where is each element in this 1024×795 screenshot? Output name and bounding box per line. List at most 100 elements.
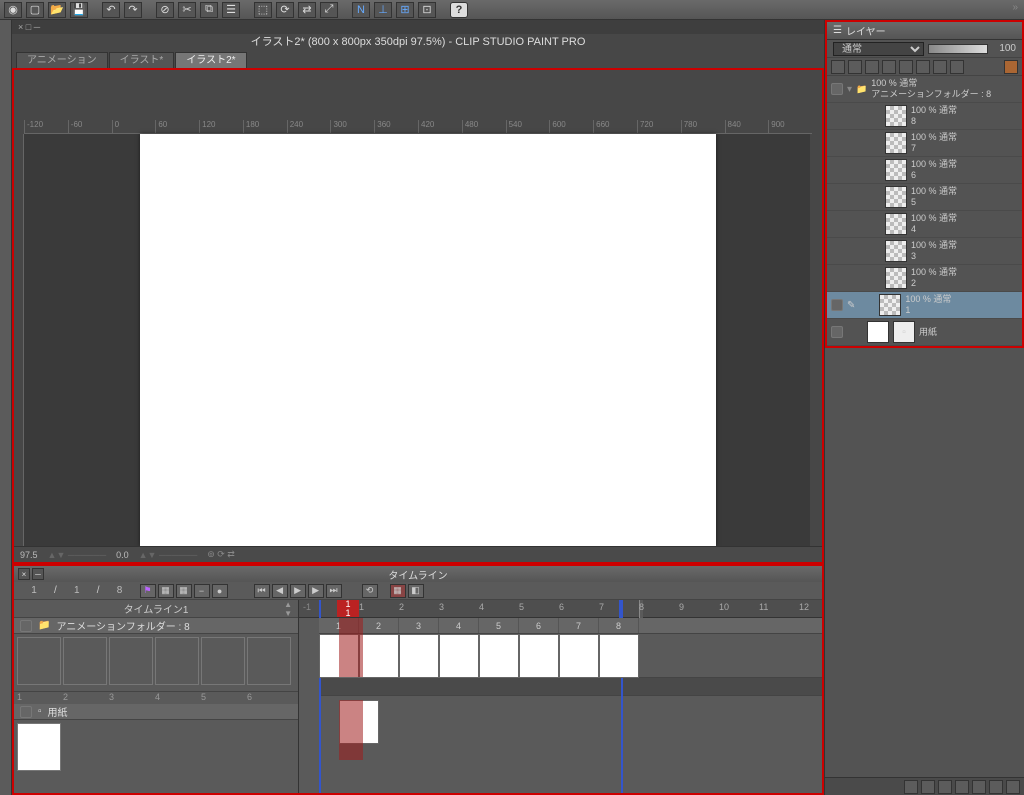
- timeline-ruler[interactable]: -1 11 12345678910111213: [299, 600, 822, 618]
- cut-icon[interactable]: ✂: [178, 2, 196, 18]
- transform-icon[interactable]: ⬚: [254, 2, 272, 18]
- close-icon[interactable]: ×: [18, 568, 30, 580]
- canvas-viewport[interactable]: -120-60060120180240300360420480540600660…: [12, 68, 824, 564]
- timeline-cell[interactable]: [599, 634, 639, 678]
- help-icon[interactable]: ?: [450, 2, 468, 18]
- clip-icon[interactable]: [865, 60, 879, 74]
- tl-flag-icon[interactable]: ⚑: [140, 584, 156, 598]
- spinner-icon[interactable]: ▲▼: [284, 600, 292, 618]
- layer-row[interactable]: 100 % 通常2: [827, 265, 1022, 292]
- min-icon[interactable]: ─: [32, 568, 44, 580]
- undo-icon[interactable]: ↶: [102, 2, 120, 18]
- new-folder-icon[interactable]: [921, 780, 935, 794]
- eye-icon[interactable]: [20, 620, 32, 632]
- document-tab[interactable]: イラスト*: [109, 52, 175, 68]
- track-thumb[interactable]: [201, 637, 245, 685]
- open-icon[interactable]: 📂: [48, 2, 66, 18]
- tl-first-icon[interactable]: ⏮: [254, 584, 270, 598]
- mask-icon[interactable]: [916, 60, 930, 74]
- layer-row[interactable]: ✎100 % 通常1: [827, 292, 1022, 319]
- layer-paper-row[interactable]: ▫ 用紙: [827, 319, 1022, 346]
- lock-icon[interactable]: [831, 60, 845, 74]
- paste-icon[interactable]: ☰: [222, 2, 240, 18]
- timeline-cell[interactable]: [519, 634, 559, 678]
- app-icon[interactable]: ◉: [4, 2, 22, 18]
- ref-icon[interactable]: [882, 60, 896, 74]
- tl-onion-icon[interactable]: ▦: [158, 584, 174, 598]
- blend-mode-select[interactable]: 通常: [833, 42, 924, 56]
- track-thumb[interactable]: [109, 637, 153, 685]
- save-icon[interactable]: 💾: [70, 2, 88, 18]
- paper-cell[interactable]: [339, 700, 379, 744]
- ruler-n-icon[interactable]: N: [352, 2, 370, 18]
- tl-prev-icon[interactable]: ◀: [272, 584, 288, 598]
- ruler-icon[interactable]: [933, 60, 947, 74]
- lock-alpha-icon[interactable]: [848, 60, 862, 74]
- paper-thumb[interactable]: [17, 723, 61, 771]
- timeline-name[interactable]: タイムライン1 ▲▼: [14, 600, 298, 618]
- tl-zoom-slider[interactable]: ●: [212, 584, 228, 598]
- tl-end-frame[interactable]: 8: [106, 585, 134, 596]
- snap-icon[interactable]: ⊥: [374, 2, 392, 18]
- track-anim-folder[interactable]: 📁 アニメーションフォルダー : 8: [14, 618, 298, 634]
- new-layer-icon[interactable]: [904, 780, 918, 794]
- tl-zoom-out-icon[interactable]: −: [194, 584, 210, 598]
- track-thumb[interactable]: [17, 637, 61, 685]
- chevron-down-icon[interactable]: ▾: [847, 84, 852, 95]
- new-icon[interactable]: ▢: [26, 2, 44, 18]
- document-tab[interactable]: イラスト2*: [175, 52, 246, 68]
- layer-row[interactable]: 100 % 通常6: [827, 157, 1022, 184]
- timeline-cell[interactable]: [319, 634, 359, 678]
- track-paper[interactable]: ▫ 用紙: [14, 704, 298, 720]
- transfer-icon[interactable]: [972, 780, 986, 794]
- tl-onion2-icon[interactable]: ▦: [176, 584, 192, 598]
- redo-icon[interactable]: ↷: [124, 2, 142, 18]
- layer-row[interactable]: 100 % 通常4: [827, 211, 1022, 238]
- flip-icon[interactable]: ⇄: [298, 2, 316, 18]
- timeline-cell[interactable]: [359, 634, 399, 678]
- layer-folder-row[interactable]: ▾ 📁 100 % 通常 アニメーションフォルダー : 8: [827, 76, 1022, 103]
- dup-layer-icon[interactable]: [938, 780, 952, 794]
- copy-icon[interactable]: ⧉: [200, 2, 218, 18]
- toolbar-chevron-icon[interactable]: »: [1012, 2, 1018, 13]
- eye-icon[interactable]: [831, 326, 843, 338]
- layer-row[interactable]: 100 % 通常7: [827, 130, 1022, 157]
- eye-icon[interactable]: [20, 706, 32, 718]
- delete-layer-icon[interactable]: [1006, 780, 1020, 794]
- layer-row[interactable]: 100 % 通常8: [827, 103, 1022, 130]
- delete-icon[interactable]: ⊘: [156, 2, 174, 18]
- timeline-cell[interactable]: [399, 634, 439, 678]
- opacity-slider[interactable]: [928, 44, 988, 54]
- track-thumb[interactable]: [247, 637, 291, 685]
- tl-add-icon[interactable]: ▦: [390, 584, 406, 598]
- timeline-grid[interactable]: -1 11 12345678910111213 12345678: [299, 600, 822, 793]
- merge-icon[interactable]: [955, 780, 969, 794]
- tl-next-icon[interactable]: ▶: [308, 584, 324, 598]
- guide-icon[interactable]: ⊡: [418, 2, 436, 18]
- draft-icon[interactable]: [899, 60, 913, 74]
- layer-row[interactable]: 100 % 通常3: [827, 238, 1022, 265]
- tl-play-icon[interactable]: ▶: [290, 584, 306, 598]
- grid-icon[interactable]: ⊞: [396, 2, 414, 18]
- timeline-cell[interactable]: [439, 634, 479, 678]
- eye-icon[interactable]: [831, 83, 843, 95]
- scale-icon[interactable]: ⤢: [320, 2, 338, 18]
- tl-loop-icon[interactable]: ⟲: [362, 584, 378, 598]
- layers-header[interactable]: ☰ レイヤー: [827, 22, 1022, 40]
- tl-last-icon[interactable]: ⏭: [326, 584, 342, 598]
- palette-icon[interactable]: [1004, 60, 1018, 74]
- combine-icon[interactable]: [989, 780, 1003, 794]
- eye-icon[interactable]: [831, 299, 843, 311]
- canvas[interactable]: [140, 134, 716, 546]
- track-thumb[interactable]: [155, 637, 199, 685]
- timeline-cell[interactable]: [479, 634, 519, 678]
- timeline-cell[interactable]: [559, 634, 599, 678]
- layer-row[interactable]: 100 % 通常5: [827, 184, 1022, 211]
- tl-mode-icon[interactable]: ◧: [408, 584, 424, 598]
- opacity-value[interactable]: 100: [992, 43, 1016, 54]
- playhead[interactable]: 11: [337, 600, 359, 617]
- tl-start-frame[interactable]: 1: [63, 585, 91, 596]
- rotate-icon[interactable]: ⟳: [276, 2, 294, 18]
- tl-cur-frame[interactable]: 1: [20, 585, 48, 596]
- window-controls[interactable]: × □ ─: [12, 20, 824, 34]
